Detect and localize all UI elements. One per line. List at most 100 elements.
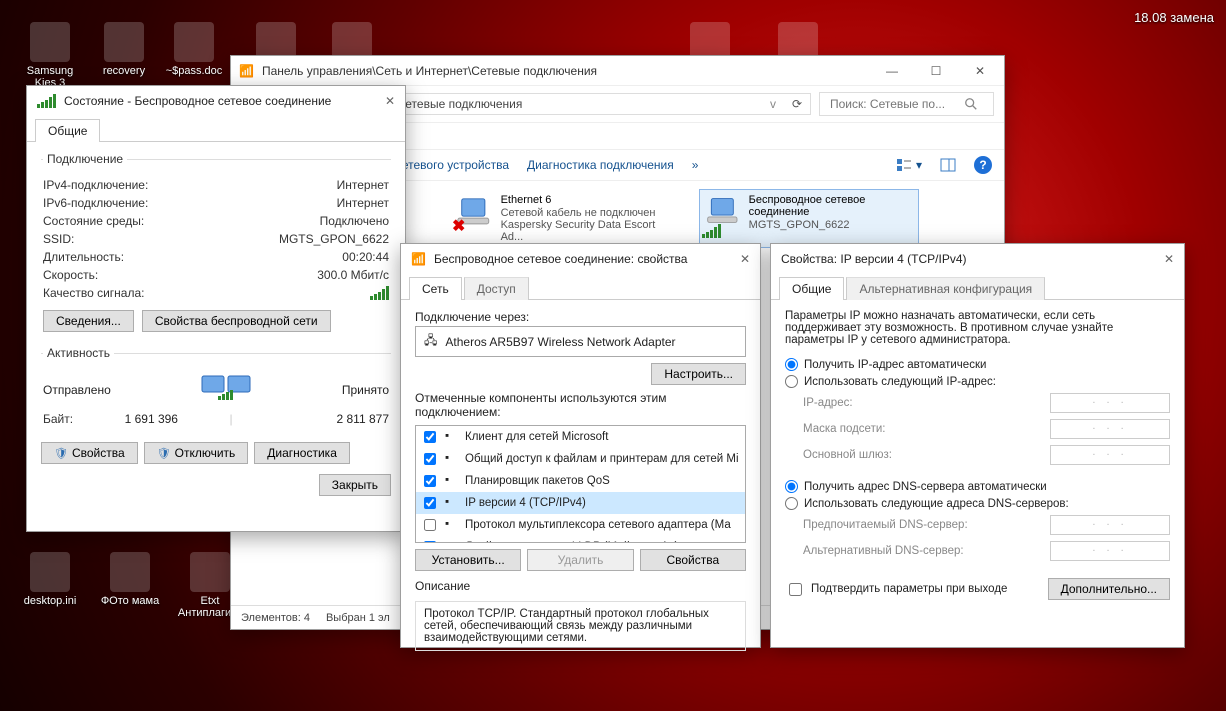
ip-input: . . . (1050, 393, 1170, 413)
configure-button[interactable]: Настроить... (651, 363, 746, 385)
desktop-icon[interactable]: ФОто мама (96, 552, 164, 607)
tab-network[interactable]: Сеть (409, 277, 462, 300)
adapter-icon: ✖ (454, 194, 493, 234)
icon-label: desktop.ini (16, 595, 84, 607)
status-selection: Выбран 1 эл (326, 612, 390, 624)
component-item[interactable]: ▪ Протокол мультиплексора сетевого адапте… (416, 514, 745, 536)
close-button[interactable]: ✕ (964, 64, 996, 78)
component-label: Драйвер протокола LLDP (Майкрософт) (465, 541, 678, 543)
desktop-icon[interactable]: ~$pass.doc (160, 22, 228, 77)
close-button[interactable]: ✕ (1164, 252, 1174, 266)
install-button[interactable]: Установить... (415, 549, 521, 571)
radio-auto-ip[interactable]: Получить IP-адрес автоматически (785, 356, 1170, 373)
label-received: Принято (342, 383, 389, 397)
adapter-icon (704, 194, 741, 234)
label-ip: IP-адрес: (803, 397, 853, 409)
tab-access[interactable]: Доступ (464, 277, 529, 300)
search-box[interactable] (819, 92, 994, 116)
label-sent: Отправлено (43, 383, 111, 397)
close-dialog-button[interactable]: Закрыть (319, 474, 391, 496)
search-icon[interactable] (964, 97, 978, 111)
minimize-button[interactable]: — (876, 64, 908, 78)
properties-button[interactable]: Свойства (41, 442, 138, 464)
label-ipv6: IPv6-подключение: (43, 196, 148, 210)
adapter-properties-dialog: 📶 Беспроводное сетевое соединение: свойс… (400, 243, 761, 648)
component-label: Клиент для сетей Microsoft (465, 431, 608, 443)
window-title: Панель управления\Сеть и Интернет\Сетевы… (262, 64, 868, 78)
group-activity: Активность (43, 346, 114, 360)
view-options-icon[interactable]: ▾ (896, 158, 922, 172)
nic-icon: 🖧 (424, 331, 437, 352)
tool-more-icon[interactable]: » (692, 158, 699, 172)
label-dns1: Предпочитаемый DNS-сервер: (803, 519, 968, 531)
tab-alt-config[interactable]: Альтернативная конфигурация (846, 277, 1045, 300)
close-button[interactable]: ✕ (385, 94, 395, 108)
component-item[interactable]: ▪ Клиент для сетей Microsoft (416, 426, 745, 448)
component-checkbox[interactable] (424, 519, 436, 531)
desktop-icon[interactable]: recovery (90, 22, 158, 77)
conn-sub: Сетевой кабель не подключен (501, 207, 674, 219)
component-checkbox[interactable] (424, 431, 436, 443)
label-gateway: Основной шлюз: (803, 449, 892, 461)
label-media: Состояние среды: (43, 214, 144, 228)
component-item[interactable]: ▪Драйвер протокола LLDP (Майкрософт) (416, 536, 745, 543)
maximize-button[interactable]: ☐ (920, 64, 952, 78)
adapter-box: 🖧 Atheros AR5B97 Wireless Network Adapte… (415, 326, 746, 357)
refresh-icon[interactable]: ⟳ (792, 97, 802, 111)
wireless-props-button[interactable]: Свойства беспроводной сети (142, 310, 331, 332)
file-icon (110, 552, 150, 592)
label-connect-via: Подключение через: (415, 310, 746, 324)
component-checkbox[interactable] (424, 475, 436, 487)
label-ssid: SSID: (43, 232, 74, 246)
close-button[interactable]: ✕ (740, 252, 750, 266)
diagnose-button[interactable]: Диагностика (254, 442, 350, 464)
file-icon (104, 22, 144, 62)
signal-icon (37, 94, 56, 108)
protocol-icon: ▪ (445, 518, 459, 532)
component-checkbox[interactable] (424, 541, 436, 543)
radio-manual-ip[interactable]: Использовать следующий IP-адрес: (785, 373, 1170, 390)
preview-pane-icon[interactable] (940, 158, 956, 172)
label-duration: Длительность: (43, 250, 124, 264)
search-input[interactable] (828, 96, 958, 112)
file-icon (30, 22, 70, 62)
status-count: Элементов: 4 (241, 612, 310, 624)
component-checkbox[interactable] (424, 453, 436, 465)
component-item[interactable]: ▪Общий доступ к файлам и принтерам для с… (416, 448, 745, 470)
label-speed: Скорость: (43, 268, 98, 282)
component-item[interactable]: ▪IP версии 4 (TCP/IPv4) (416, 492, 745, 514)
radio-manual-dns[interactable]: Использовать следующие адреса DNS-сервер… (785, 495, 1170, 512)
protocol-icon: ▪ (445, 430, 459, 444)
intro-text: Параметры IP можно назначать автоматичес… (785, 310, 1170, 346)
component-checkbox[interactable] (424, 497, 436, 509)
component-label: Протокол мультиплексора сетевого адаптер… (465, 519, 731, 531)
tab-general[interactable]: Общие (35, 119, 100, 142)
radio-auto-dns[interactable]: Получить адрес DNS-сервера автоматически (785, 478, 1170, 495)
icon-label: ФОто мама (96, 595, 164, 607)
tab-general[interactable]: Общие (779, 277, 844, 300)
clock-text: 18.08 замена (1134, 10, 1214, 25)
file-icon (30, 552, 70, 592)
gateway-input: . . . (1050, 445, 1170, 465)
disable-button[interactable]: Отключить (144, 442, 249, 464)
conn-name: Ethernet 6 (501, 194, 674, 206)
value-ipv6: Интернет (337, 196, 389, 210)
crumb-2[interactable]: Сетевые подключения (397, 97, 523, 111)
validate-checkbox[interactable]: Подтвердить параметры при выходе (785, 580, 1007, 599)
label-quality: Качество сигнала: (43, 286, 144, 300)
component-list[interactable]: ▪ Клиент для сетей Microsoft ▪Общий доступ… (415, 425, 746, 543)
value-bytes-recv: 2 811 877 (233, 412, 389, 426)
conn-sub: MGTS_GPON_6622 (749, 219, 914, 231)
connection-item-ethernet[interactable]: ✖ Ethernet 6 Сетевой кабель не подключен… (449, 189, 679, 248)
connection-item-wifi[interactable]: Беспроводное сетевое соединение MGTS_GPO… (699, 189, 919, 248)
desktop-icon[interactable]: desktop.ini (16, 552, 84, 607)
tool-diagnose[interactable]: Диагностика подключения (527, 158, 674, 172)
details-button[interactable]: Сведения... (43, 310, 134, 332)
component-item[interactable]: ▪Планировщик пакетов QoS (416, 470, 745, 492)
explorer-titlebar[interactable]: 📶 Панель управления\Сеть и Интернет\Сете… (231, 56, 1004, 86)
advanced-button[interactable]: Дополнительно... (1048, 578, 1170, 600)
help-icon[interactable]: ? (974, 156, 992, 174)
desktop-icon[interactable]: Samsung Kies 3 (16, 22, 84, 89)
component-props-button[interactable]: Свойства (640, 549, 746, 571)
value-speed: 300.0 Мбит/с (317, 268, 389, 282)
